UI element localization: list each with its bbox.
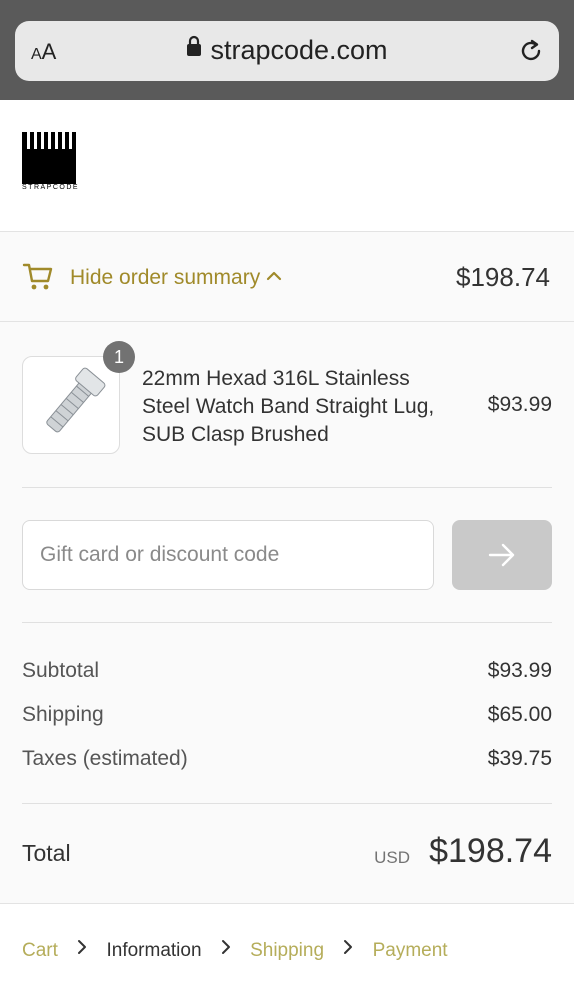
- summary-total: $198.74: [456, 262, 550, 292]
- taxes-value: $39.75: [487, 747, 552, 770]
- chevron-right-icon: [221, 939, 231, 961]
- product-name: 22mm Hexad 316L Stainless Steel Watch Ba…: [142, 367, 435, 446]
- divider: [22, 803, 552, 804]
- apply-discount-button[interactable]: [452, 520, 552, 590]
- discount-code-input[interactable]: [22, 520, 434, 590]
- total-label: Total: [22, 840, 71, 866]
- breadcrumb-information: Information: [106, 940, 202, 961]
- product-price: $93.99: [487, 393, 552, 416]
- order-summary-toggle[interactable]: Hide order summary $198.74: [0, 232, 574, 322]
- address-bar[interactable]: AA strapcode.com: [15, 21, 559, 81]
- chevron-right-icon: [343, 939, 353, 961]
- subtotal-value: $93.99: [487, 659, 552, 682]
- cart-icon: [22, 260, 54, 297]
- url-display[interactable]: strapcode.com: [15, 35, 559, 66]
- subtotal-label: Subtotal: [22, 659, 100, 682]
- logo-wordmark: STRAPCODE: [22, 184, 80, 191]
- breadcrumb-cart[interactable]: Cart: [22, 940, 58, 962]
- subtotal-row: Subtotal $93.99: [22, 659, 552, 683]
- breadcrumb-payment[interactable]: Payment: [373, 940, 448, 962]
- reload-icon[interactable]: [517, 37, 545, 70]
- divider: [22, 487, 552, 488]
- order-summary: Hide order summary $198.74 1 22mm Hexad …: [0, 232, 574, 903]
- divider: [22, 622, 552, 623]
- product-thumbnail: 1: [22, 341, 135, 454]
- watch-band-image: [46, 367, 106, 433]
- taxes-row: Taxes (estimated) $39.75: [22, 747, 552, 771]
- shipping-row: Shipping $65.00: [22, 703, 552, 727]
- shipping-label: Shipping: [22, 703, 104, 726]
- total-value: $198.74: [429, 832, 552, 870]
- checkout-breadcrumb: Cart Information Shipping Payment: [0, 903, 574, 1000]
- shop-header: STRAPCODE: [0, 100, 574, 232]
- taxes-label: Taxes (estimated): [22, 747, 188, 770]
- browser-toolbar: AA strapcode.com: [0, 0, 574, 100]
- url-text: strapcode.com: [210, 35, 388, 65]
- arrow-right-icon: [488, 543, 515, 567]
- breadcrumb-shipping[interactable]: Shipping: [250, 940, 324, 962]
- total-currency: USD: [374, 848, 410, 867]
- line-item: 1 22mm Hexad 316L Stainless Steel Watch …: [0, 322, 574, 488]
- quantity-badge: 1: [103, 341, 135, 373]
- shipping-value: $65.00: [487, 703, 552, 726]
- chevron-right-icon: [77, 939, 87, 961]
- lock-icon: [186, 33, 202, 64]
- order-summary-toggle-label: Hide order summary: [70, 266, 282, 290]
- chevron-up-icon: [266, 264, 282, 288]
